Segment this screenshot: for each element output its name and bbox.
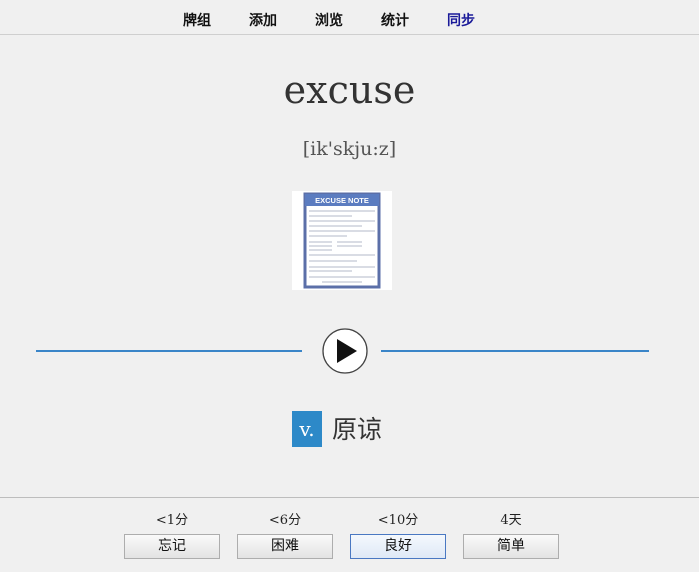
- tab-browse[interactable]: 浏览: [315, 10, 343, 30]
- interval-easy: 4天: [500, 513, 522, 528]
- hard-button[interactable]: 困难: [237, 534, 333, 559]
- good-button[interactable]: 良好: [350, 534, 446, 559]
- part-of-speech-badge: v.: [292, 411, 322, 447]
- tab-add[interactable]: 添加: [249, 10, 277, 30]
- divider-left: [36, 350, 302, 352]
- interval-good: <10分: [377, 513, 419, 528]
- play-icon: [322, 328, 368, 374]
- card-image-caption: EXCUSE NOTE: [315, 196, 369, 205]
- top-toolbar: 牌组 添加 浏览 统计 同步: [0, 0, 699, 35]
- answer-bar: <1分 <6分 <10分 4天 忘记 困难 良好 简单: [0, 497, 699, 572]
- tab-sync[interactable]: 同步: [447, 10, 475, 30]
- card-word: excuse: [283, 68, 416, 112]
- interval-again: <1分: [155, 513, 189, 528]
- easy-button[interactable]: 简单: [463, 534, 559, 559]
- card-image: EXCUSE NOTE: [292, 191, 392, 290]
- card-phonetic: [ik'skju:z]: [302, 138, 397, 160]
- tab-stats[interactable]: 统计: [381, 10, 409, 30]
- tab-decks[interactable]: 牌组: [183, 10, 211, 30]
- card-meaning: 原谅: [332, 415, 383, 444]
- interval-hard: <6分: [268, 513, 302, 528]
- play-audio-button[interactable]: [322, 328, 368, 374]
- divider-right: [381, 350, 649, 352]
- again-button[interactable]: 忘记: [124, 534, 220, 559]
